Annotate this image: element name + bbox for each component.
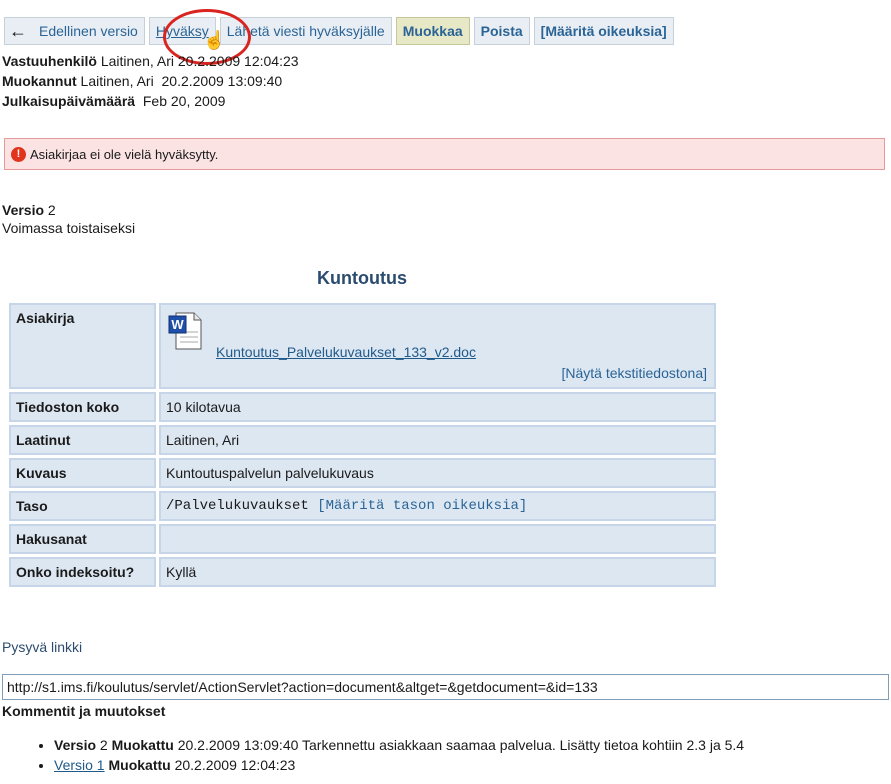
change-version-number: 2 bbox=[99, 737, 108, 753]
modified-row: Muokannut Laitinen, Ari 20.2.2009 13:09:… bbox=[2, 71, 299, 91]
arrow-left-icon: ← bbox=[9, 21, 27, 41]
document-title: Kuntoutus bbox=[317, 268, 407, 288]
toolbar: ← Edellinen versio Hyväksy Lähetä viesti… bbox=[4, 17, 674, 45]
file-key: Asiakirja bbox=[9, 303, 156, 389]
change-text: 20.2.2009 12:04:23 bbox=[174, 757, 296, 773]
list-item: Versio 1 Muokattu 20.2.2009 12:04:23 bbox=[54, 755, 744, 775]
permalink-input[interactable] bbox=[2, 674, 889, 700]
indexed-value: Kyllä bbox=[159, 557, 716, 587]
list-item: Versio 2 Muokattu 20.2.2009 13:09:40 Tar… bbox=[54, 735, 744, 755]
word-document-icon[interactable]: W bbox=[168, 312, 202, 350]
change-modified-key: Muokattu bbox=[111, 737, 174, 753]
table-row: Onko indeksoitu? Kyllä bbox=[9, 557, 716, 587]
modified-value: Laitinen, Ari bbox=[80, 73, 154, 89]
permalink-label: Pysyvä linkki bbox=[2, 639, 83, 655]
table-row: Tiedoston koko 10 kilotavua bbox=[9, 392, 716, 422]
change-version-key: Versio bbox=[54, 737, 97, 753]
publish-value: Feb 20, 2009 bbox=[142, 93, 226, 109]
delete-button[interactable]: Poista bbox=[473, 17, 530, 45]
level-value: /Palvelukuvaukset bbox=[166, 498, 309, 514]
version-validity: Voimassa toistaiseksi bbox=[2, 220, 136, 236]
description-value: Kuntoutuspalvelun palvelukuvaus bbox=[159, 458, 716, 488]
version-1-link[interactable]: Versio 1 bbox=[54, 757, 105, 773]
size-key: Tiedoston koko bbox=[9, 392, 156, 422]
change-list: Versio 2 Muokattu 20.2.2009 13:09:40 Tar… bbox=[36, 735, 744, 775]
author-value: Laitinen, Ari bbox=[159, 425, 716, 455]
size-value: 10 kilotavua bbox=[159, 392, 716, 422]
version-number: 2 bbox=[47, 202, 56, 218]
table-row: Laatinut Laitinen, Ari bbox=[9, 425, 716, 455]
comments-heading: Kommentit ja muutokset bbox=[2, 703, 166, 719]
previous-version-button[interactable]: ← Edellinen versio bbox=[4, 17, 145, 45]
table-row: Kuvaus Kuntoutuspalvelun palvelukuvaus bbox=[9, 458, 716, 488]
send-to-approver-label: Lähetä viesti hyväksyjälle bbox=[226, 23, 385, 39]
publish-row: Julkaisupäivämäärä Feb 20, 2009 bbox=[2, 91, 299, 111]
table-row: Asiakirja W Kuntoutus_Palvelukuvaukset_1… bbox=[9, 303, 716, 389]
hand-cursor-icon: ☝ bbox=[203, 30, 226, 50]
keywords-key: Hakusanat bbox=[9, 524, 156, 554]
svg-text:W: W bbox=[171, 317, 184, 332]
description-key: Kuvaus bbox=[9, 458, 156, 488]
document-file-link[interactable]: Kuntoutus_Palvelukuvaukset_133_v2.doc bbox=[216, 344, 476, 360]
owner-value: Laitinen, Ari bbox=[100, 53, 174, 69]
delete-label: Poista bbox=[480, 23, 523, 39]
change-text: 20.2.2009 13:09:40 Tarkennettu asiakkaan… bbox=[177, 737, 745, 753]
show-as-text-link[interactable]: [Näytä tekstitiedostona] bbox=[561, 365, 707, 381]
owner-date: 20.2.2009 12:04:23 bbox=[177, 53, 299, 69]
document-metadata: Vastuuhenkilö Laitinen, Ari 20.2.2009 12… bbox=[2, 51, 299, 111]
modified-date: 20.2.2009 13:09:40 bbox=[161, 73, 283, 89]
set-level-permissions-link[interactable]: [Määritä tason oikeuksia] bbox=[317, 498, 527, 514]
level-key: Taso bbox=[9, 491, 156, 521]
modified-key: Muokannut bbox=[2, 73, 77, 89]
edit-button[interactable]: Muokkaa bbox=[395, 17, 470, 45]
version-key: Versio bbox=[2, 202, 45, 218]
author-key: Laatinut bbox=[9, 425, 156, 455]
owner-row: Vastuuhenkilö Laitinen, Ari 20.2.2009 12… bbox=[2, 51, 299, 71]
document-properties-table: Asiakirja W Kuntoutus_Palvelukuvaukset_1… bbox=[6, 300, 719, 590]
not-approved-warning: ! Asiakirjaa ei ole vielä hyväksytty. bbox=[4, 138, 885, 170]
keywords-value bbox=[159, 524, 716, 554]
publish-key: Julkaisupäivämäärä bbox=[2, 93, 136, 109]
warning-text: Asiakirjaa ei ole vielä hyväksytty. bbox=[30, 146, 219, 162]
send-to-approver-button[interactable]: Lähetä viesti hyväksyjälle bbox=[219, 17, 392, 45]
set-permissions-button[interactable]: [Määritä oikeuksia] bbox=[533, 17, 674, 45]
version-row: Versio 2 bbox=[2, 201, 135, 219]
level-cell: /Palvelukuvaukset [Määritä tason oikeuks… bbox=[159, 491, 716, 521]
change-modified-key: Muokattu bbox=[108, 757, 171, 773]
edit-label: Muokkaa bbox=[402, 23, 463, 39]
warning-icon: ! bbox=[11, 146, 26, 162]
file-cell: W Kuntoutus_Palvelukuvaukset_133_v2.doc … bbox=[159, 303, 716, 389]
version-info: Versio 2 Voimassa toistaiseksi bbox=[2, 201, 135, 237]
indexed-key: Onko indeksoitu? bbox=[9, 557, 156, 587]
table-row: Hakusanat bbox=[9, 524, 716, 554]
table-row: Taso /Palvelukuvaukset [Määritä tason oi… bbox=[9, 491, 716, 521]
owner-key: Vastuuhenkilö bbox=[2, 53, 97, 69]
approve-label: Hyväksy bbox=[155, 23, 209, 39]
previous-version-label: Edellinen versio bbox=[39, 23, 138, 39]
set-permissions-label: [Määritä oikeuksia] bbox=[540, 23, 667, 39]
